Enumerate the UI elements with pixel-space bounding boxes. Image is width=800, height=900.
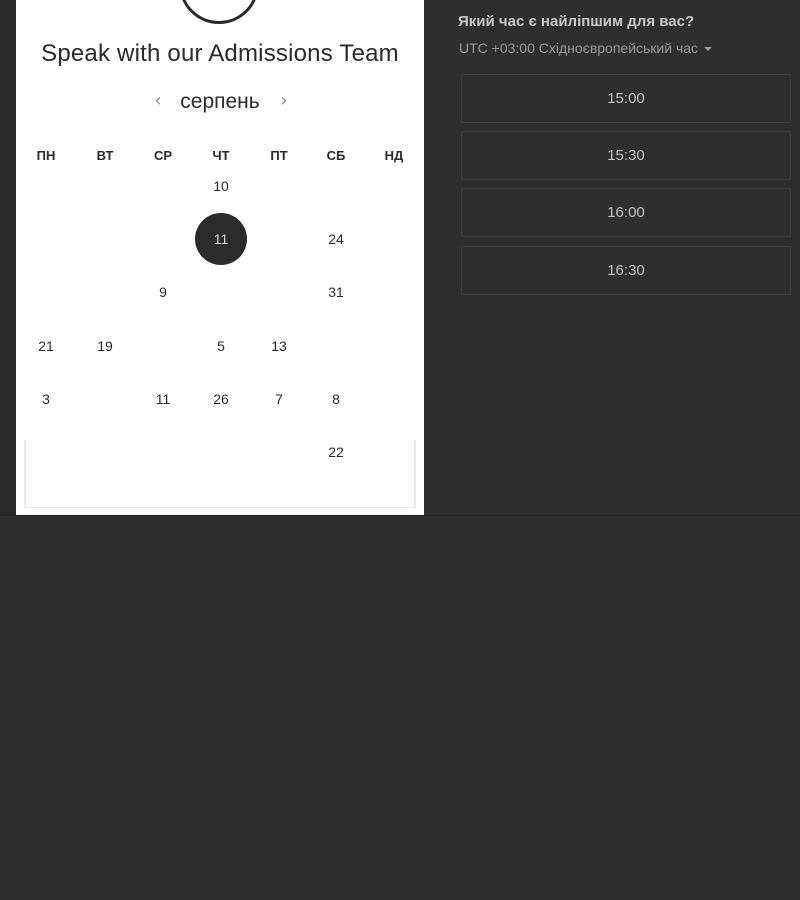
calendar-day[interactable]: 19 (79, 320, 131, 372)
scheduling-page: Speak with our Admissions Team ‹ серпень… (0, 0, 800, 900)
calendar-day[interactable]: 3 (20, 373, 72, 425)
time-slot-button[interactable]: 15:30 (461, 131, 791, 180)
calendar-day[interactable]: 24 (310, 213, 362, 265)
left-edge (0, 0, 16, 515)
calendar-day[interactable]: 13 (253, 320, 305, 372)
calendar-day[interactable]: 5 (195, 320, 247, 372)
weekday-label: ПТ (270, 148, 288, 163)
time-question: Який час є найліпшим для вас? (458, 13, 695, 30)
calendar-day[interactable]: 31 (310, 266, 362, 318)
time-slot-button[interactable]: 16:30 (461, 246, 791, 295)
selected-day[interactable]: 11 (195, 213, 247, 265)
calendar-day[interactable]: 21 (20, 320, 72, 372)
divider (0, 515, 800, 516)
calendar-day[interactable]: 10 (195, 160, 247, 212)
weekday-label: ВТ (96, 148, 114, 163)
weekday-label: НД (384, 148, 404, 163)
chevron-left-icon[interactable]: ‹ (148, 90, 168, 112)
chevron-right-icon[interactable]: › (274, 90, 294, 112)
calendar-day[interactable]: 9 (137, 266, 189, 318)
timezone-select[interactable]: UTC +03:00 Східноєвропейський час (459, 40, 713, 56)
time-slot-button[interactable]: 16:00 (461, 188, 791, 237)
calendar-day[interactable]: 26 (195, 373, 247, 425)
weekday-label: СР (153, 148, 173, 163)
calendar-day[interactable]: 8 (310, 373, 362, 425)
calendar-day[interactable]: 7 (253, 373, 305, 425)
time-slot-button[interactable]: 15:00 (461, 74, 791, 123)
month-label: серпень (180, 90, 260, 113)
weekday-label: ПН (36, 148, 56, 163)
avatar (179, 0, 259, 24)
calendar-card: Speak with our Admissions Team ‹ серпень… (16, 0, 424, 515)
card-inner-frame (24, 440, 416, 508)
timezone-label: UTC +03:00 Східноєвропейський час (459, 40, 699, 56)
caret-down-icon (704, 47, 713, 52)
weekday-label: СБ (326, 148, 346, 163)
month-navigation: ‹ серпень › (16, 88, 424, 116)
card-title: Speak with our Admissions Team (41, 40, 399, 67)
calendar-day[interactable]: 11 (137, 373, 189, 425)
